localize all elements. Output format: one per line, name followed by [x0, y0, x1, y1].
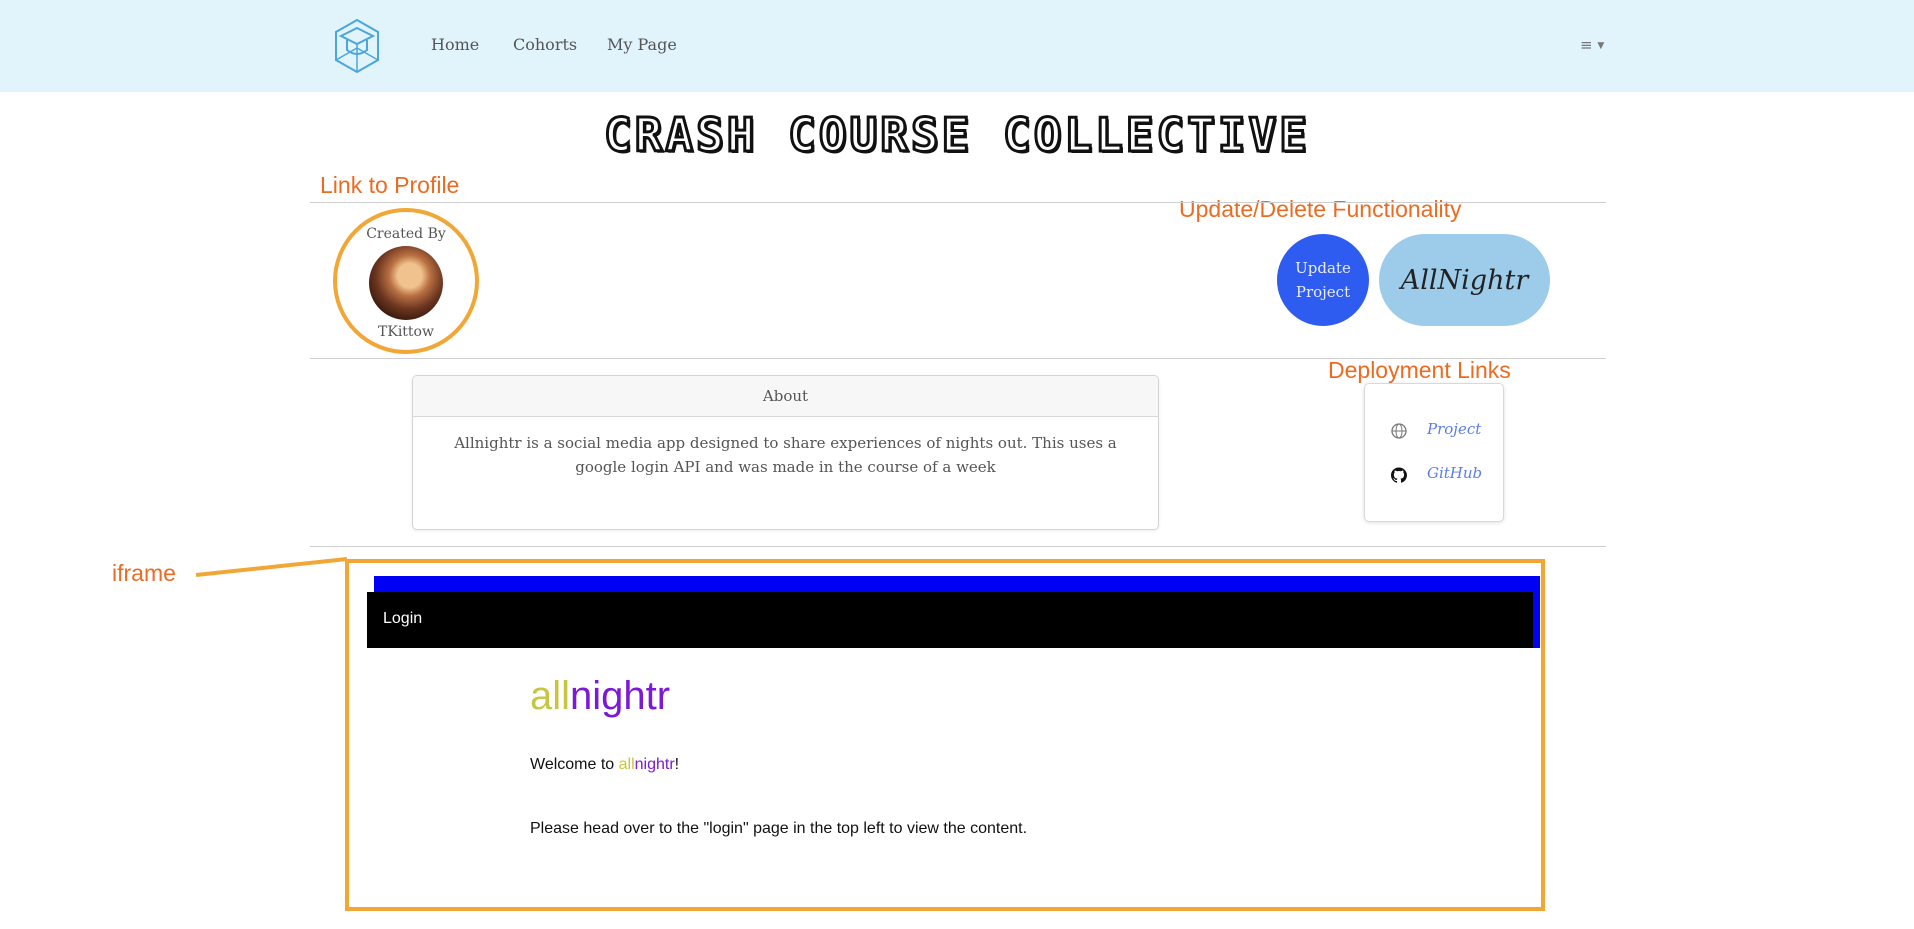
- globe-icon: [1391, 423, 1407, 439]
- divider-middle: [310, 358, 1606, 359]
- avatar[interactable]: [369, 246, 443, 320]
- site-title: CRASH COURSE COLLECTIVE: [603, 107, 1310, 164]
- top-navbar: Home Cohorts My Page ≡ ▼: [0, 0, 1914, 92]
- hamburger-menu-icon[interactable]: ≡ ▼: [1580, 36, 1604, 54]
- annotation-iframe: iframe: [112, 560, 176, 586]
- about-card-header: About: [413, 376, 1158, 417]
- annotation-link-to-profile: Link to Profile: [320, 172, 460, 198]
- annotation-update-delete: Update/Delete Functionality: [1179, 196, 1462, 222]
- divider-bottom: [310, 546, 1606, 547]
- iframe-highlight-outline: [345, 559, 1545, 911]
- nav-my-page-link[interactable]: My Page: [607, 35, 677, 54]
- annotation-deployment-links: Deployment Links: [1328, 357, 1511, 383]
- about-card: About Allnightr is a social media app de…: [412, 375, 1159, 530]
- project-link[interactable]: Project: [1427, 420, 1481, 438]
- nav-cohorts-link[interactable]: Cohorts: [513, 35, 577, 54]
- github-link[interactable]: GitHub: [1427, 464, 1482, 482]
- about-card-body: Allnightr is a social media app designed…: [454, 434, 1117, 476]
- graduation-cube-logo[interactable]: [333, 18, 381, 74]
- chevron-down-icon: ▼: [1597, 41, 1605, 51]
- project-name-pill[interactable]: AllNightr: [1379, 234, 1550, 326]
- creator-name: TKittow: [378, 324, 434, 340]
- divider-top: [310, 202, 1606, 203]
- created-by-label: Created By: [366, 226, 446, 242]
- nav-home-link[interactable]: Home: [431, 35, 479, 54]
- update-project-button[interactable]: Update Project: [1277, 234, 1369, 326]
- deployment-links-card: Project GitHub: [1364, 383, 1504, 522]
- creator-profile-link[interactable]: Created By TKittow: [333, 208, 479, 354]
- github-icon: [1391, 467, 1407, 483]
